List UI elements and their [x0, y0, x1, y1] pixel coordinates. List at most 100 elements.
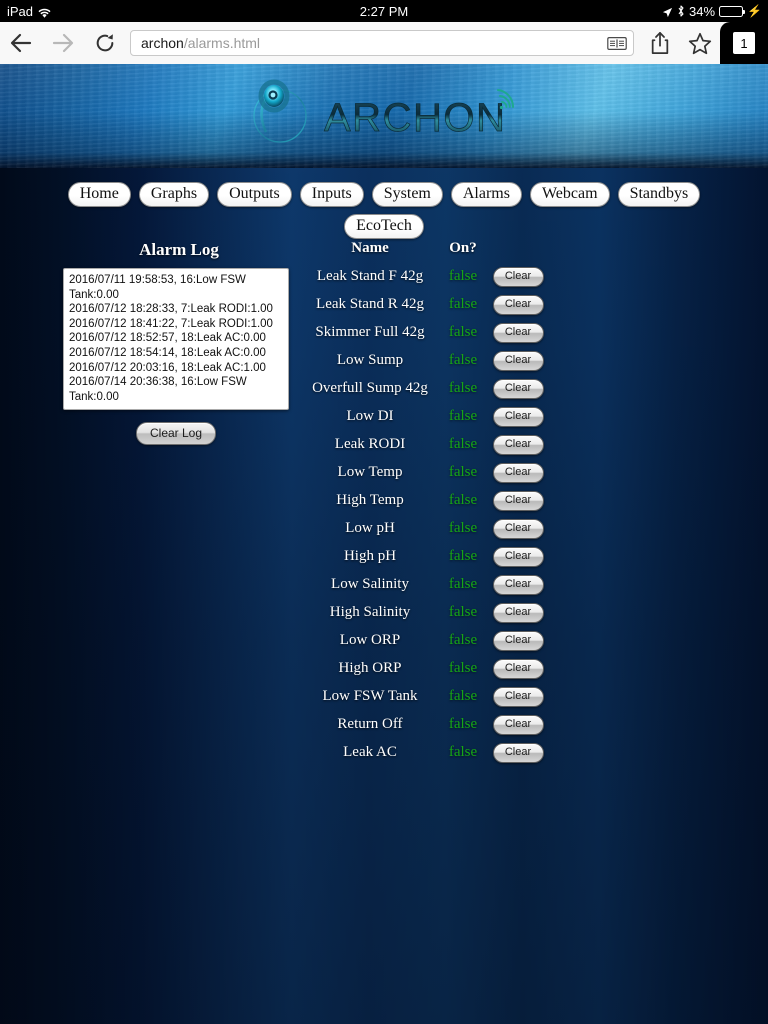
clear-alarm-button[interactable]: Clear: [493, 463, 544, 483]
alarm-action-cell: Clear: [486, 318, 550, 346]
alarm-state-value: false: [440, 710, 486, 738]
alarm-action-cell: Clear: [486, 654, 550, 682]
nav-row-primary: Home Graphs Outputs Inputs System Alarms Webca…: [0, 182, 768, 207]
alarm-log-textarea[interactable]: 2016/07/11 19:58:53, 16:Low FSW Tank:0.0…: [63, 268, 289, 410]
alarm-state-value: false: [440, 290, 486, 318]
clear-alarm-button[interactable]: Clear: [493, 715, 544, 735]
alarm-name: High Temp: [300, 486, 440, 514]
clear-alarm-button[interactable]: Clear: [493, 631, 544, 651]
nav-item-graphs[interactable]: Graphs: [139, 182, 209, 207]
lightning-bolt-icon: ⚡: [747, 5, 762, 17]
alarm-action-cell: Clear: [486, 542, 550, 570]
site-logo: ARCHON: [0, 76, 768, 148]
alarm-log-title: Alarm Log: [63, 240, 295, 260]
alarm-name: High pH: [300, 542, 440, 570]
alarms-header-action: [486, 240, 550, 262]
alarm-state-value: false: [440, 598, 486, 626]
back-arrow-icon[interactable]: [0, 22, 42, 64]
status-bar-right: 34% ⚡: [662, 4, 762, 19]
clear-alarm-button[interactable]: Clear: [493, 603, 544, 623]
alarm-name: Leak Stand R 42g: [300, 290, 440, 318]
alarm-row: Skimmer Full 42gfalseClear: [300, 318, 550, 346]
alarm-row: Return OfffalseClear: [300, 710, 550, 738]
alarm-state-value: false: [440, 626, 486, 654]
alarm-state-value: false: [440, 738, 486, 766]
alarm-row: Low SumpfalseClear: [300, 346, 550, 374]
nav-item-ecotech[interactable]: EcoTech: [344, 214, 424, 239]
alarm-state-value: false: [440, 458, 486, 486]
archon-swirl-icon: [254, 82, 306, 142]
alarm-name: Low Salinity: [300, 570, 440, 598]
bluetooth-icon: [677, 5, 685, 17]
clear-alarm-button[interactable]: Clear: [493, 295, 544, 315]
reload-icon[interactable]: [84, 22, 126, 64]
alarm-row: Low Salinityfalse Clear: [300, 570, 550, 598]
nav-item-system[interactable]: System: [372, 182, 443, 207]
alarm-row: Low TempfalseClear: [300, 458, 550, 486]
alarm-action-cell: Clear: [486, 430, 550, 458]
alarm-row: Low ORPfalse Clear: [300, 626, 550, 654]
alarm-state-value: false: [440, 346, 486, 374]
site-navigation: Home Graphs Outputs Inputs System Alarms Webca…: [0, 168, 768, 246]
alarm-state-value: false: [440, 542, 486, 570]
clear-alarm-button[interactable]: Clear: [493, 379, 544, 399]
clear-alarm-button[interactable]: Clear: [493, 407, 544, 427]
clear-alarm-button[interactable]: Clear: [493, 519, 544, 539]
url-bar[interactable]: archon/alarms.html: [130, 30, 634, 56]
forward-arrow-icon[interactable]: [42, 22, 84, 64]
logo-wordmark: ARCHON: [324, 96, 506, 140]
alarm-state-value: false: [440, 262, 486, 290]
clear-alarm-button[interactable]: Clear: [493, 547, 544, 567]
nav-item-home[interactable]: Home: [68, 182, 131, 207]
alarm-name: Leak RODI: [300, 430, 440, 458]
alarm-name: High ORP: [300, 654, 440, 682]
alarm-state-value: false: [440, 402, 486, 430]
clear-alarm-button[interactable]: Clear: [493, 267, 544, 287]
clear-log-button[interactable]: Clear Log: [136, 422, 216, 445]
clear-alarm-button[interactable]: Clear: [493, 575, 544, 595]
web-page: ARCHON Home Graphs Outputs Inputs System Alar…: [0, 64, 768, 1024]
tab-count-button[interactable]: 1: [720, 22, 768, 64]
nav-item-standbys[interactable]: Standbys: [618, 182, 701, 207]
alarm-row: Low DIfalse Clear: [300, 402, 550, 430]
alarm-row: Leak ACfalseClear: [300, 738, 550, 766]
alarm-name: Overfull Sump 42g: [300, 374, 440, 402]
alarm-action-cell: Clear: [486, 402, 550, 430]
alarm-state-value: false: [440, 430, 486, 458]
clear-alarm-button[interactable]: Clear: [493, 323, 544, 343]
clear-alarm-button[interactable]: Clear: [493, 491, 544, 511]
location-arrow-icon: [662, 6, 673, 17]
alarm-action-cell: Clear: [486, 710, 550, 738]
alarm-row: Overfull Sump 42gfalseClear: [300, 374, 550, 402]
alarm-row: Low FSW TankfalseClear: [300, 682, 550, 710]
nav-item-webcam[interactable]: Webcam: [530, 182, 610, 207]
star-bookmark-icon[interactable]: [680, 22, 720, 64]
clear-alarm-button[interactable]: Clear: [493, 351, 544, 371]
alarm-row: High TempfalseClear: [300, 486, 550, 514]
alarm-name: Low ORP: [300, 626, 440, 654]
alarms-table-header-row: Name On?: [300, 240, 550, 262]
alarm-name: Leak Stand F 42g: [300, 262, 440, 290]
alarm-action-cell: Clear: [486, 514, 550, 542]
browser-toolbar: archon/alarms.html 1: [0, 22, 768, 64]
clear-alarm-button[interactable]: Clear: [493, 687, 544, 707]
alarms-header-on: On?: [440, 240, 486, 262]
alarm-state-value: false: [440, 514, 486, 542]
alarm-state-value: false: [440, 682, 486, 710]
ios-status-bar: iPad 2:27 PM 34% ⚡: [0, 0, 768, 22]
share-icon[interactable]: [640, 22, 680, 64]
alarm-state-value: false: [440, 654, 486, 682]
nav-item-inputs[interactable]: Inputs: [300, 182, 364, 207]
nav-item-alarms[interactable]: Alarms: [451, 182, 522, 207]
alarm-name: Low DI: [300, 402, 440, 430]
clear-alarm-button[interactable]: Clear: [493, 659, 544, 679]
alarm-state-value: false: [440, 570, 486, 598]
nav-item-outputs[interactable]: Outputs: [217, 182, 292, 207]
clear-alarm-button[interactable]: Clear: [493, 435, 544, 455]
alarm-row: High pHfalse Clear: [300, 542, 550, 570]
clear-alarm-button[interactable]: Clear: [493, 743, 544, 763]
alarm-action-cell: Clear: [486, 458, 550, 486]
reader-view-icon[interactable]: [607, 36, 627, 51]
url-path: /alarms.html: [184, 35, 260, 51]
alarm-row: High SalinityfalseClear: [300, 598, 550, 626]
